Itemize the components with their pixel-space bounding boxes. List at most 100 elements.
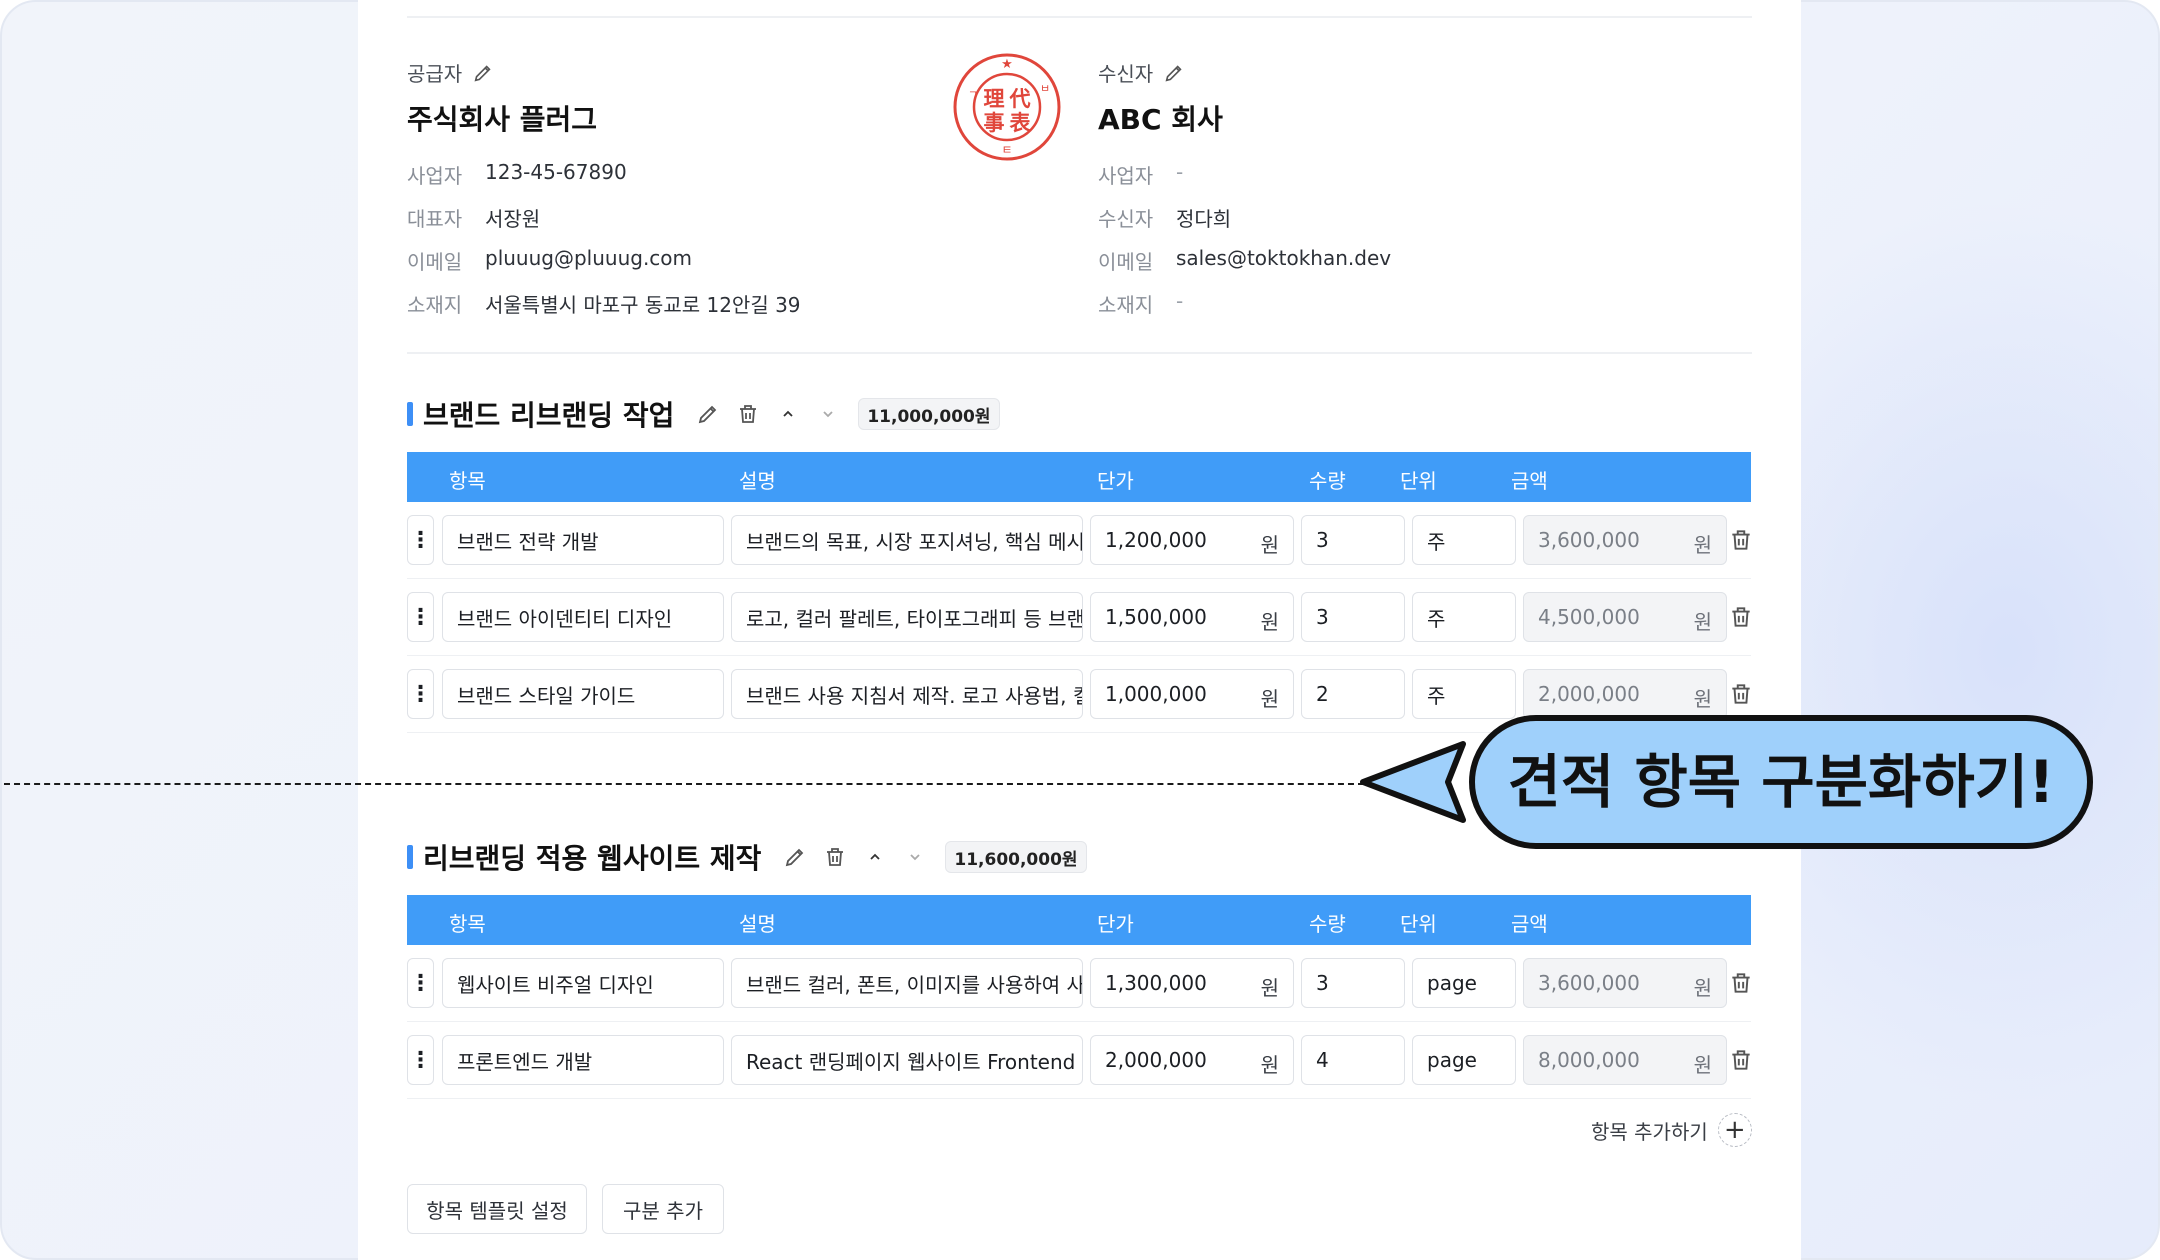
unit-field[interactable]: 주 <box>1412 592 1516 642</box>
recipient-name: ABC 회사 <box>1098 103 1223 136</box>
section-header: 리브랜딩 적용 웹사이트 제작 11,600,000원 <box>407 839 1087 875</box>
currency-unit: 원 <box>1693 976 1712 1000</box>
table-row: ⋮ 브랜드 스타일 가이드 브랜드 사용 지침서 제작. 로고 사용법, 컬 1… <box>407 669 1754 733</box>
header-item: 항목 <box>449 469 486 493</box>
trash-icon[interactable] <box>1728 681 1754 707</box>
pencil-icon[interactable] <box>472 62 494 84</box>
description-field[interactable]: 브랜드 컬러, 폰트, 이미지를 사용하여 사 <box>731 958 1083 1008</box>
unit-price-field[interactable]: 2,000,000 원 <box>1090 1035 1294 1085</box>
edit-section-button[interactable] <box>688 396 728 432</box>
drag-handle[interactable]: ⋮ <box>407 958 434 1008</box>
description-field[interactable]: 브랜드의 목표, 시장 포지셔닝, 핵심 메시 <box>731 515 1083 565</box>
header-price: 단가 <box>1097 912 1134 936</box>
drag-handle-icon: ⋮ <box>409 1047 432 1073</box>
drag-handle-icon: ⋮ <box>409 970 432 996</box>
quantity-field[interactable]: 3 <box>1301 515 1405 565</box>
trash-icon <box>740 405 757 423</box>
trash-icon[interactable] <box>1728 604 1754 630</box>
item-name-field[interactable]: 브랜드 아이덴티티 디자인 <box>442 592 724 642</box>
move-up-button[interactable] <box>768 396 808 432</box>
table-row: ⋮ 브랜드 아이덴티티 디자인 로고, 컬러 팔레트, 타이포그래피 등 브랜 … <box>407 592 1754 656</box>
drag-handle[interactable]: ⋮ <box>407 515 434 565</box>
header-amount: 금액 <box>1511 469 1548 493</box>
quantity-field[interactable]: 3 <box>1301 958 1405 1008</box>
supplier-name: 주식회사 플러그 <box>407 103 598 136</box>
quantity-field[interactable]: 4 <box>1301 1035 1405 1085</box>
amount-field: 2,000,000 원 <box>1523 669 1727 719</box>
move-up-button[interactable] <box>855 839 895 875</box>
add-item-button[interactable]: 항목 추가하기 + <box>1591 1113 1752 1147</box>
info-key: 소재지 <box>1098 293 1154 317</box>
edit-section-button[interactable] <box>775 839 815 875</box>
unit-price-field[interactable]: 1,300,000 원 <box>1090 958 1294 1008</box>
currency-unit: 원 <box>1260 687 1279 711</box>
info-value: - <box>1176 160 1184 184</box>
item-name-field[interactable]: 웹사이트 비주얼 디자인 <box>442 958 724 1008</box>
amount-value: 3,600,000 <box>1538 971 1640 995</box>
currency-unit: 원 <box>1693 1053 1712 1077</box>
recipient-label: 수신자 <box>1098 58 1185 87</box>
amount-value: 3,600,000 <box>1538 528 1640 552</box>
unit-field[interactable]: page <box>1412 958 1516 1008</box>
price-value: 1,300,000 <box>1105 971 1207 995</box>
item-name-field[interactable]: 브랜드 전략 개발 <box>442 515 724 565</box>
info-key: 이메일 <box>407 250 463 274</box>
trash-icon[interactable] <box>1728 1047 1754 1073</box>
info-value: - <box>1176 289 1184 313</box>
svg-text:★: ★ <box>1001 57 1013 72</box>
description-field[interactable]: React 랜딩페이지 웹사이트 Frontend <box>731 1035 1083 1085</box>
supplier-label: 공급자 <box>407 58 494 87</box>
quantity-field[interactable]: 2 <box>1301 669 1405 719</box>
table-row: ⋮ 브랜드 전략 개발 브랜드의 목표, 시장 포지셔닝, 핵심 메시 1,20… <box>407 515 1754 579</box>
currency-unit: 원 <box>1260 610 1279 634</box>
company-seal-stamp: ★ ㅌ ㄱ ㅂ 理 代 事 表 <box>953 53 1061 161</box>
recipient-row-email: 이메일 sales@toktokhan.dev <box>1098 246 1391 275</box>
move-down-button[interactable] <box>808 396 848 432</box>
recipient-row-business: 사업자 - <box>1098 160 1183 189</box>
callout-pointer-line <box>4 783 1364 785</box>
unit-field[interactable]: 주 <box>1412 515 1516 565</box>
svg-text:ㅂ: ㅂ <box>1040 82 1050 95</box>
stamp-char: 代 <box>1009 87 1031 111</box>
chevron-down-icon <box>823 411 833 418</box>
header-unit: 단위 <box>1400 469 1437 493</box>
description-field[interactable]: 브랜드 사용 지침서 제작. 로고 사용법, 컬 <box>731 669 1083 719</box>
stamp-char: 表 <box>1010 111 1032 135</box>
trash-icon[interactable] <box>1728 527 1754 553</box>
amount-field: 3,600,000 원 <box>1523 958 1727 1008</box>
amount-field: 4,500,000 원 <box>1523 592 1727 642</box>
chevron-up-icon <box>870 853 881 860</box>
delete-section-button[interactable] <box>728 396 768 432</box>
item-template-button[interactable]: 항목 템플릿 설정 <box>407 1184 587 1234</box>
drag-handle[interactable]: ⋮ <box>407 669 434 719</box>
section-title: 브랜드 리브랜딩 작업 <box>423 399 675 432</box>
item-name-field[interactable]: 브랜드 스타일 가이드 <box>442 669 724 719</box>
divider <box>407 16 1752 18</box>
info-value: 123-45-67890 <box>485 160 627 184</box>
add-section-button[interactable]: 구분 추가 <box>602 1184 724 1234</box>
drag-handle[interactable]: ⋮ <box>407 1035 434 1085</box>
description-field[interactable]: 로고, 컬러 팔레트, 타이포그래피 등 브랜 <box>731 592 1083 642</box>
item-name-field[interactable]: 프론트엔드 개발 <box>442 1035 724 1085</box>
currency-unit: 원 <box>1693 687 1712 711</box>
move-down-button[interactable] <box>895 839 935 875</box>
supplier-row-business: 사업자 123-45-67890 <box>407 160 627 189</box>
unit-price-field[interactable]: 1,500,000 원 <box>1090 592 1294 642</box>
trash-icon[interactable] <box>1728 970 1754 996</box>
unit-price-field[interactable]: 1,200,000 원 <box>1090 515 1294 565</box>
header-qty: 수량 <box>1309 912 1346 936</box>
unit-field[interactable]: 주 <box>1412 669 1516 719</box>
quantity-field[interactable]: 3 <box>1301 592 1405 642</box>
pencil-icon[interactable] <box>1163 62 1185 84</box>
info-key: 소재지 <box>407 293 463 317</box>
delete-section-button[interactable] <box>815 839 855 875</box>
drag-handle-icon: ⋮ <box>409 604 432 630</box>
unit-price-field[interactable]: 1,000,000 원 <box>1090 669 1294 719</box>
section-total-badge: 11,600,000원 <box>945 841 1087 873</box>
amount-value: 2,000,000 <box>1538 682 1640 706</box>
pencil-icon <box>786 848 804 867</box>
drag-handle[interactable]: ⋮ <box>407 592 434 642</box>
unit-field[interactable]: page <box>1412 1035 1516 1085</box>
amount-field: 8,000,000 원 <box>1523 1035 1727 1085</box>
recipient-label-text: 수신자 <box>1098 62 1154 86</box>
